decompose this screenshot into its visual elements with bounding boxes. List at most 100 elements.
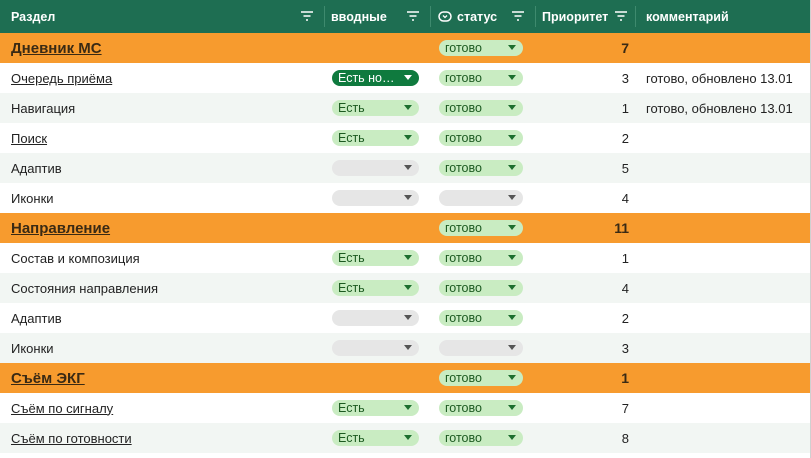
inputs-cell[interactable]: Есть	[324, 123, 430, 153]
comment-cell[interactable]	[635, 423, 811, 453]
filter-icon[interactable]	[300, 10, 314, 22]
status-dropdown-chip[interactable]: готово	[439, 70, 523, 86]
status-dropdown-chip[interactable]	[439, 340, 523, 356]
group-title-cell[interactable]: Направление	[0, 213, 324, 243]
priority-cell[interactable]: 5	[535, 153, 635, 183]
priority-cell[interactable]: 4	[535, 273, 635, 303]
status-cell[interactable]: готово	[430, 363, 535, 393]
status-cell[interactable]: готово	[430, 393, 535, 423]
status-dropdown-chip[interactable]: готово	[439, 430, 523, 446]
comment-cell[interactable]	[635, 153, 811, 183]
comment-cell[interactable]	[635, 33, 811, 63]
status-cell[interactable]	[430, 183, 535, 213]
priority-cell[interactable]: 3	[535, 333, 635, 363]
status-dropdown-chip[interactable]: готово	[439, 130, 523, 146]
inputs-cell[interactable]	[324, 33, 430, 63]
status-dropdown-chip[interactable]: готово	[439, 160, 523, 176]
priority-cell[interactable]: 1	[535, 93, 635, 123]
section-cell[interactable]: Состав и композиция	[0, 243, 324, 273]
priority-cell[interactable]: 1	[535, 243, 635, 273]
inputs-cell[interactable]: Есть	[324, 393, 430, 423]
status-cell[interactable]: готово	[430, 123, 535, 153]
inputs-cell[interactable]	[324, 213, 430, 243]
priority-cell[interactable]: 1	[535, 363, 635, 393]
status-dropdown-chip[interactable]: готово	[439, 280, 523, 296]
inputs-cell[interactable]	[324, 363, 430, 393]
header-comment[interactable]: комментарий	[635, 0, 811, 33]
status-dropdown-chip[interactable]: готово	[439, 370, 523, 386]
status-dropdown-chip[interactable]: готово	[439, 40, 523, 56]
inputs-cell[interactable]: Есть	[324, 243, 430, 273]
section-cell[interactable]: Иконки	[0, 333, 324, 363]
inputs-dropdown-chip[interactable]: Есть но…	[332, 70, 419, 86]
status-cell[interactable]: готово	[430, 303, 535, 333]
status-cell[interactable]: готово	[430, 273, 535, 303]
section-cell[interactable]: Состояния направления	[0, 273, 324, 303]
comment-cell[interactable]	[635, 183, 811, 213]
inputs-cell[interactable]	[324, 333, 430, 363]
filter-icon[interactable]	[406, 10, 420, 22]
status-dropdown-chip[interactable]	[439, 190, 523, 206]
inputs-cell[interactable]: Есть	[324, 93, 430, 123]
inputs-dropdown-chip[interactable]: Есть	[332, 130, 419, 146]
inputs-dropdown-chip[interactable]: Есть	[332, 400, 419, 416]
status-dropdown-chip[interactable]: готово	[439, 220, 523, 236]
inputs-cell[interactable]	[324, 153, 430, 183]
section-cell[interactable]: Навигация	[0, 93, 324, 123]
priority-cell[interactable]: 7	[535, 33, 635, 63]
inputs-dropdown-chip[interactable]	[332, 340, 419, 356]
status-cell[interactable]: готово	[430, 93, 535, 123]
section-cell[interactable]: Иконки	[0, 183, 324, 213]
comment-cell[interactable]: готово, обновлено 13.01	[635, 93, 811, 123]
section-cell[interactable]: Поиск	[0, 123, 324, 153]
priority-cell[interactable]: 2	[535, 303, 635, 333]
inputs-dropdown-chip[interactable]: Есть	[332, 250, 419, 266]
priority-cell[interactable]: 2	[535, 123, 635, 153]
comment-cell[interactable]	[635, 213, 811, 243]
section-cell[interactable]: Съём по сигналу	[0, 393, 324, 423]
filter-icon[interactable]	[614, 10, 628, 22]
inputs-dropdown-chip[interactable]: Есть	[332, 430, 419, 446]
filter-icon[interactable]	[511, 10, 525, 22]
section-cell[interactable]: Съём по готовности	[0, 423, 324, 453]
inputs-dropdown-chip[interactable]	[332, 190, 419, 206]
group-title-cell[interactable]: Съём ЭКГ	[0, 363, 324, 393]
status-cell[interactable]: готово	[430, 153, 535, 183]
priority-cell[interactable]: 4	[535, 183, 635, 213]
status-cell[interactable]: готово	[430, 213, 535, 243]
inputs-cell[interactable]: Есть	[324, 423, 430, 453]
status-cell[interactable]: готово	[430, 33, 535, 63]
inputs-dropdown-chip[interactable]	[332, 160, 419, 176]
inputs-dropdown-chip[interactable]	[332, 310, 419, 326]
inputs-dropdown-chip[interactable]: Есть	[332, 280, 419, 296]
comment-cell[interactable]	[635, 273, 811, 303]
inputs-dropdown-chip[interactable]: Есть	[332, 100, 419, 116]
comment-cell[interactable]	[635, 243, 811, 273]
comment-cell[interactable]	[635, 393, 811, 423]
comment-cell[interactable]	[635, 363, 811, 393]
inputs-cell[interactable]	[324, 303, 430, 333]
status-dropdown-chip[interactable]: готово	[439, 100, 523, 116]
comment-cell[interactable]: готово, обновлено 13.01	[635, 63, 811, 93]
priority-cell[interactable]: 7	[535, 393, 635, 423]
status-dropdown-chip[interactable]: готово	[439, 310, 523, 326]
inputs-cell[interactable]: Есть	[324, 273, 430, 303]
header-section[interactable]: Раздел	[0, 0, 324, 33]
comment-cell[interactable]	[635, 333, 811, 363]
section-cell[interactable]: Адаптив	[0, 153, 324, 183]
priority-cell[interactable]: 8	[535, 423, 635, 453]
inputs-cell[interactable]: Есть но…	[324, 63, 430, 93]
inputs-cell[interactable]	[324, 183, 430, 213]
comment-cell[interactable]	[635, 123, 811, 153]
status-dropdown-chip[interactable]: готово	[439, 400, 523, 416]
status-cell[interactable]: готово	[430, 423, 535, 453]
section-cell[interactable]: Адаптив	[0, 303, 324, 333]
group-title-cell[interactable]: Дневник МС	[0, 33, 324, 63]
comment-cell[interactable]	[635, 303, 811, 333]
section-cell[interactable]: Очередь приёма	[0, 63, 324, 93]
status-cell[interactable]: готово	[430, 63, 535, 93]
priority-cell[interactable]: 11	[535, 213, 635, 243]
status-cell[interactable]	[430, 333, 535, 363]
status-cell[interactable]: готово	[430, 243, 535, 273]
priority-cell[interactable]: 3	[535, 63, 635, 93]
